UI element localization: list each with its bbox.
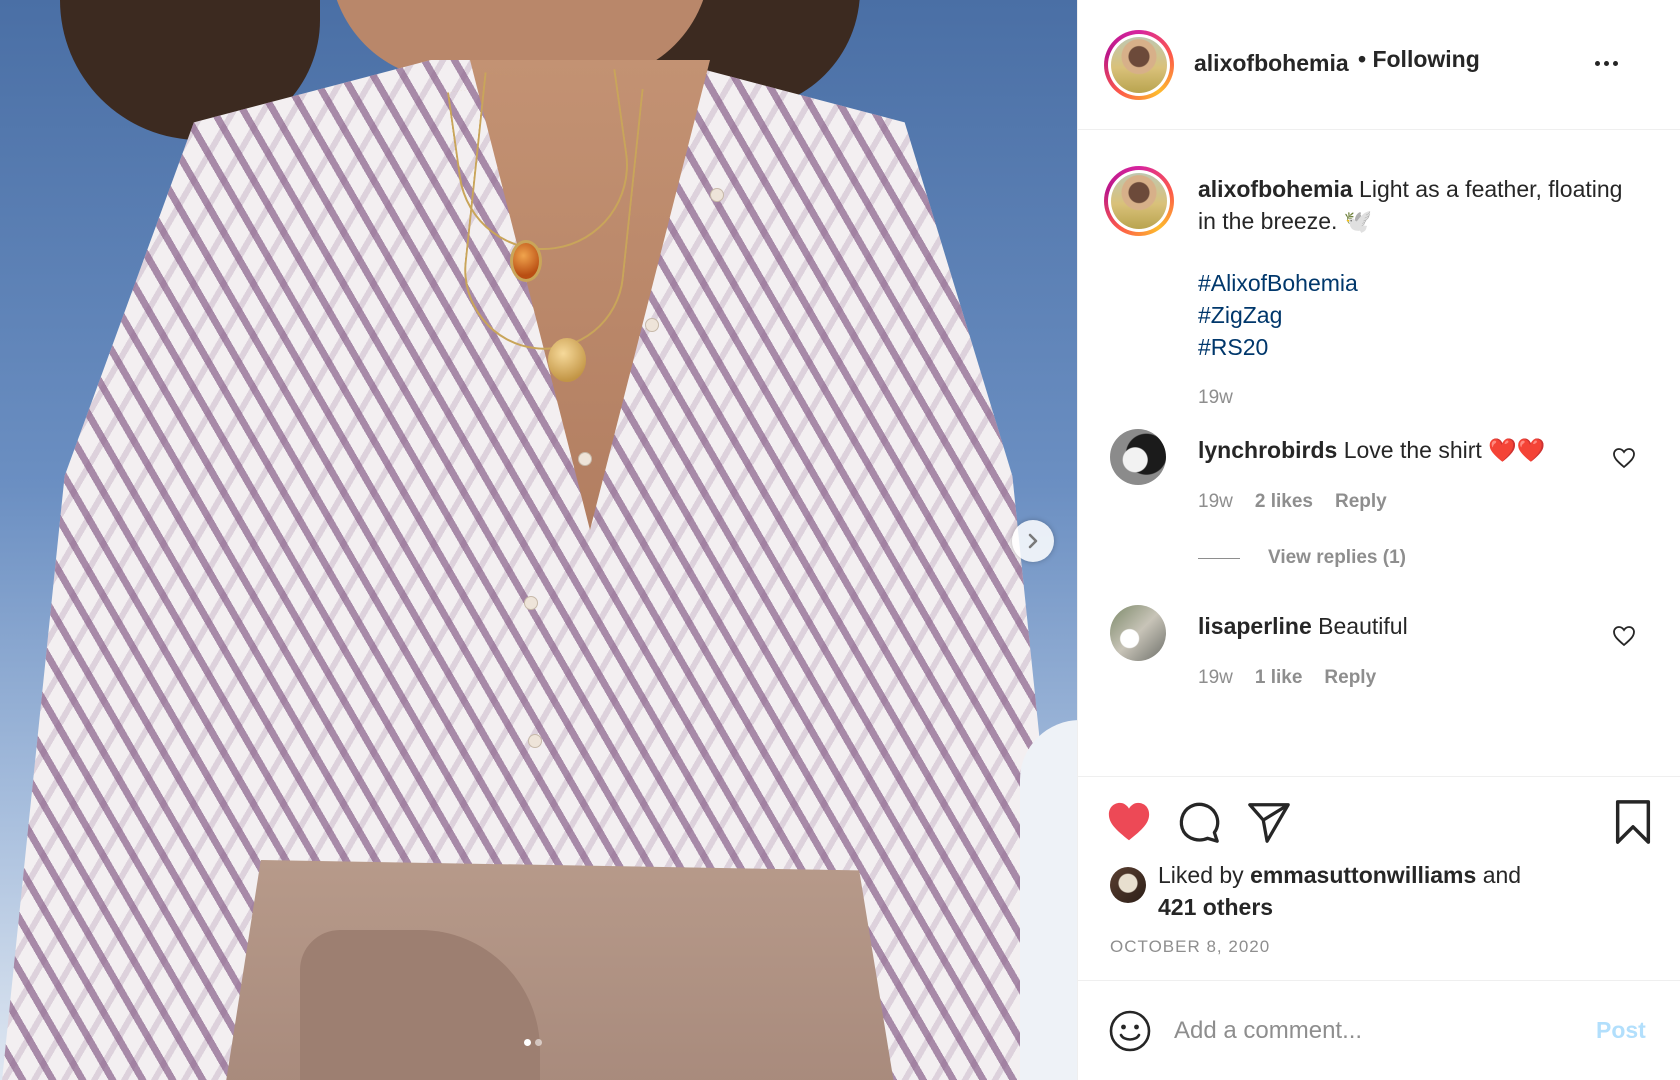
- add-comment-bar: Post: [1078, 980, 1680, 1080]
- carousel-indicator: [524, 1039, 542, 1046]
- post-side-panel: alixofbohemia • Following alixofbohemia …: [1077, 0, 1680, 1080]
- comment-likes[interactable]: 1 like: [1255, 667, 1303, 689]
- heart-outline-icon[interactable]: [1612, 625, 1636, 647]
- avatar-ring-inner: [1108, 170, 1170, 232]
- paper-plane-icon[interactable]: [1246, 799, 1292, 845]
- comment-username[interactable]: lynchrobirds: [1198, 437, 1337, 463]
- comment-timestamp[interactable]: 19w: [1198, 491, 1233, 513]
- liked-by-text: Liked by emmasuttonwilliams and 421 othe…: [1158, 859, 1628, 923]
- photo-cloud: [1020, 720, 1077, 1080]
- hashtag-link[interactable]: #ZigZag: [1198, 299, 1358, 331]
- more-horizontal-icon: [1594, 60, 1600, 66]
- hashtag-link[interactable]: #RS20: [1198, 331, 1358, 363]
- liked-by-prefix: Liked by: [1158, 862, 1244, 888]
- bookmark-icon[interactable]: [1610, 799, 1656, 845]
- comment-text: lynchrobirds Love the shirt ❤️❤️: [1198, 437, 1545, 464]
- comment-body: Beautiful: [1318, 613, 1408, 639]
- photo-shirt-button: [524, 596, 538, 610]
- likes-count-link[interactable]: 421 others: [1158, 894, 1273, 920]
- avatar-image: [1111, 37, 1167, 93]
- profile-avatar[interactable]: [1104, 30, 1174, 100]
- post-header: alixofbohemia • Following: [1078, 0, 1680, 130]
- photo-shirt-button: [645, 318, 659, 332]
- post-date[interactable]: OCTOBER 8, 2020: [1110, 937, 1270, 957]
- replies-divider: [1198, 557, 1240, 559]
- more-horizontal-icon: [1603, 60, 1609, 66]
- post-actions: Liked by emmasuttonwilliams and 421 othe…: [1078, 776, 1680, 980]
- photo-gold-pendant: [548, 338, 586, 382]
- follow-separator: •: [1358, 46, 1367, 72]
- smiley-icon[interactable]: [1108, 1009, 1152, 1053]
- comment-icon[interactable]: [1176, 799, 1222, 845]
- heart-outline-icon[interactable]: [1612, 447, 1636, 469]
- next-photo-button[interactable]: [1012, 520, 1054, 562]
- liker-username[interactable]: emmasuttonwilliams: [1250, 862, 1476, 888]
- carousel-dot: [535, 1039, 542, 1046]
- more-options-button[interactable]: [1586, 48, 1626, 78]
- caption-timestamp[interactable]: 19w: [1198, 387, 1233, 409]
- comment-likes[interactable]: 2 likes: [1255, 491, 1313, 513]
- header-username[interactable]: alixofbohemia: [1194, 50, 1349, 77]
- post-comment-button[interactable]: Post: [1596, 1017, 1646, 1044]
- comment-body: Love the shirt ❤️❤️: [1343, 437, 1546, 463]
- liker-avatar[interactable]: [1110, 867, 1146, 903]
- carousel-dot-active: [524, 1039, 531, 1046]
- comment-reply-button[interactable]: Reply: [1335, 491, 1387, 513]
- post-photo[interactable]: [0, 0, 1077, 1080]
- photo-shirt-button: [578, 452, 592, 466]
- comment-text: lisaperline Beautiful: [1198, 613, 1408, 640]
- comment-timestamp[interactable]: 19w: [1198, 667, 1233, 689]
- chevron-right-icon: [1028, 533, 1038, 549]
- comment-meta: 19w 1 like Reply: [1198, 667, 1376, 689]
- avatar-image: [1111, 173, 1167, 229]
- view-replies-button[interactable]: View replies (1): [1198, 547, 1406, 569]
- add-comment-input[interactable]: [1174, 1011, 1574, 1051]
- view-replies-label: View replies (1): [1268, 547, 1406, 568]
- photo-amber-pendant: [510, 240, 542, 282]
- comments-section[interactable]: alixofbohemia Light as a feather, floati…: [1078, 131, 1680, 776]
- follow-status[interactable]: • Following: [1358, 46, 1480, 73]
- caption-avatar[interactable]: [1104, 166, 1174, 236]
- comment-reply-button[interactable]: Reply: [1324, 667, 1376, 689]
- liked-by-and: and: [1482, 862, 1522, 888]
- commenter-avatar[interactable]: [1110, 605, 1166, 661]
- comment-meta: 19w 2 likes Reply: [1198, 491, 1387, 513]
- comment-username[interactable]: lisaperline: [1198, 613, 1312, 639]
- commenter-avatar[interactable]: [1110, 429, 1166, 485]
- caption-text: alixofbohemia Light as a feather, floati…: [1198, 173, 1638, 237]
- caption-username[interactable]: alixofbohemia: [1198, 176, 1353, 202]
- photo-shirt-button: [528, 734, 542, 748]
- photo-shirt-button: [710, 188, 724, 202]
- heart-filled-icon[interactable]: [1106, 799, 1152, 845]
- caption-hashtags: #AlixofBohemia #ZigZag #RS20: [1198, 267, 1358, 363]
- following-label: Following: [1372, 46, 1480, 72]
- avatar-ring-inner: [1108, 34, 1170, 96]
- hashtag-link[interactable]: #AlixofBohemia: [1198, 267, 1358, 299]
- instagram-post: alixofbohemia • Following alixofbohemia …: [0, 0, 1680, 1080]
- more-horizontal-icon: [1612, 60, 1618, 66]
